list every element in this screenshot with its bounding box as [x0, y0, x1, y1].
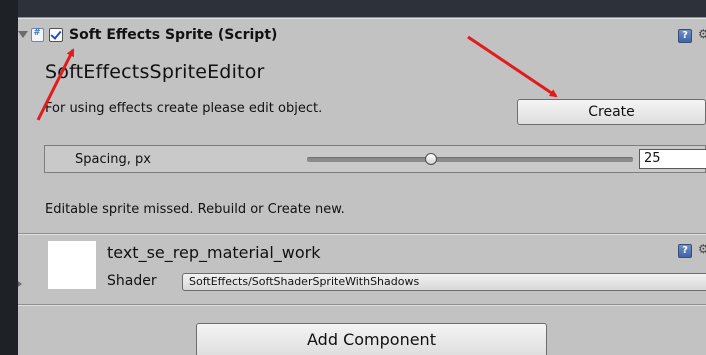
spacing-value-input[interactable]: 25	[639, 149, 706, 169]
create-button[interactable]: Create	[517, 99, 706, 125]
shader-dropdown[interactable]: SoftEffects/SoftShaderSpriteWithShadows	[182, 273, 706, 291]
divider	[18, 305, 706, 306]
settings-gear-icon[interactable]: ⚙	[698, 27, 706, 41]
info-text: For using effects create please edit obj…	[45, 101, 323, 116]
help-icon[interactable]: ?	[678, 29, 692, 43]
shader-dropdown-value: SoftEffects/SoftShaderSpriteWithShadows	[189, 275, 420, 288]
divider	[18, 234, 706, 235]
foldout-arrow-icon[interactable]	[18, 31, 28, 38]
material-help-icon[interactable]: ?	[678, 244, 692, 258]
material-name: text_se_rep_material_work	[107, 243, 321, 262]
spacing-slider-thumb[interactable]	[424, 153, 437, 165]
inspector-panel: Soft Effects Sprite (Script) ? ⚙ SoftEff…	[18, 0, 706, 355]
warning-text: Editable sprite missed. Rebuild or Creat…	[45, 202, 345, 217]
divider	[18, 18, 706, 19]
component-title: Soft Effects Sprite (Script)	[69, 27, 278, 43]
component-enabled-checkbox[interactable]	[49, 28, 63, 42]
script-icon	[31, 27, 44, 42]
editor-title: SoftEffectsSpriteEditor	[45, 61, 265, 83]
material-foldout-icon[interactable]	[18, 279, 22, 289]
top-dark-strip	[18, 0, 706, 17]
material-preview-thumbnail	[48, 241, 96, 289]
spacing-field: Spacing, px 25	[44, 145, 706, 173]
material-settings-gear-icon[interactable]: ⚙	[698, 242, 706, 256]
spacing-slider-track[interactable]	[307, 157, 633, 162]
spacing-label: Spacing, px	[75, 152, 151, 167]
shader-label: Shader	[107, 273, 157, 289]
add-component-button[interactable]: Add Component	[196, 323, 547, 355]
